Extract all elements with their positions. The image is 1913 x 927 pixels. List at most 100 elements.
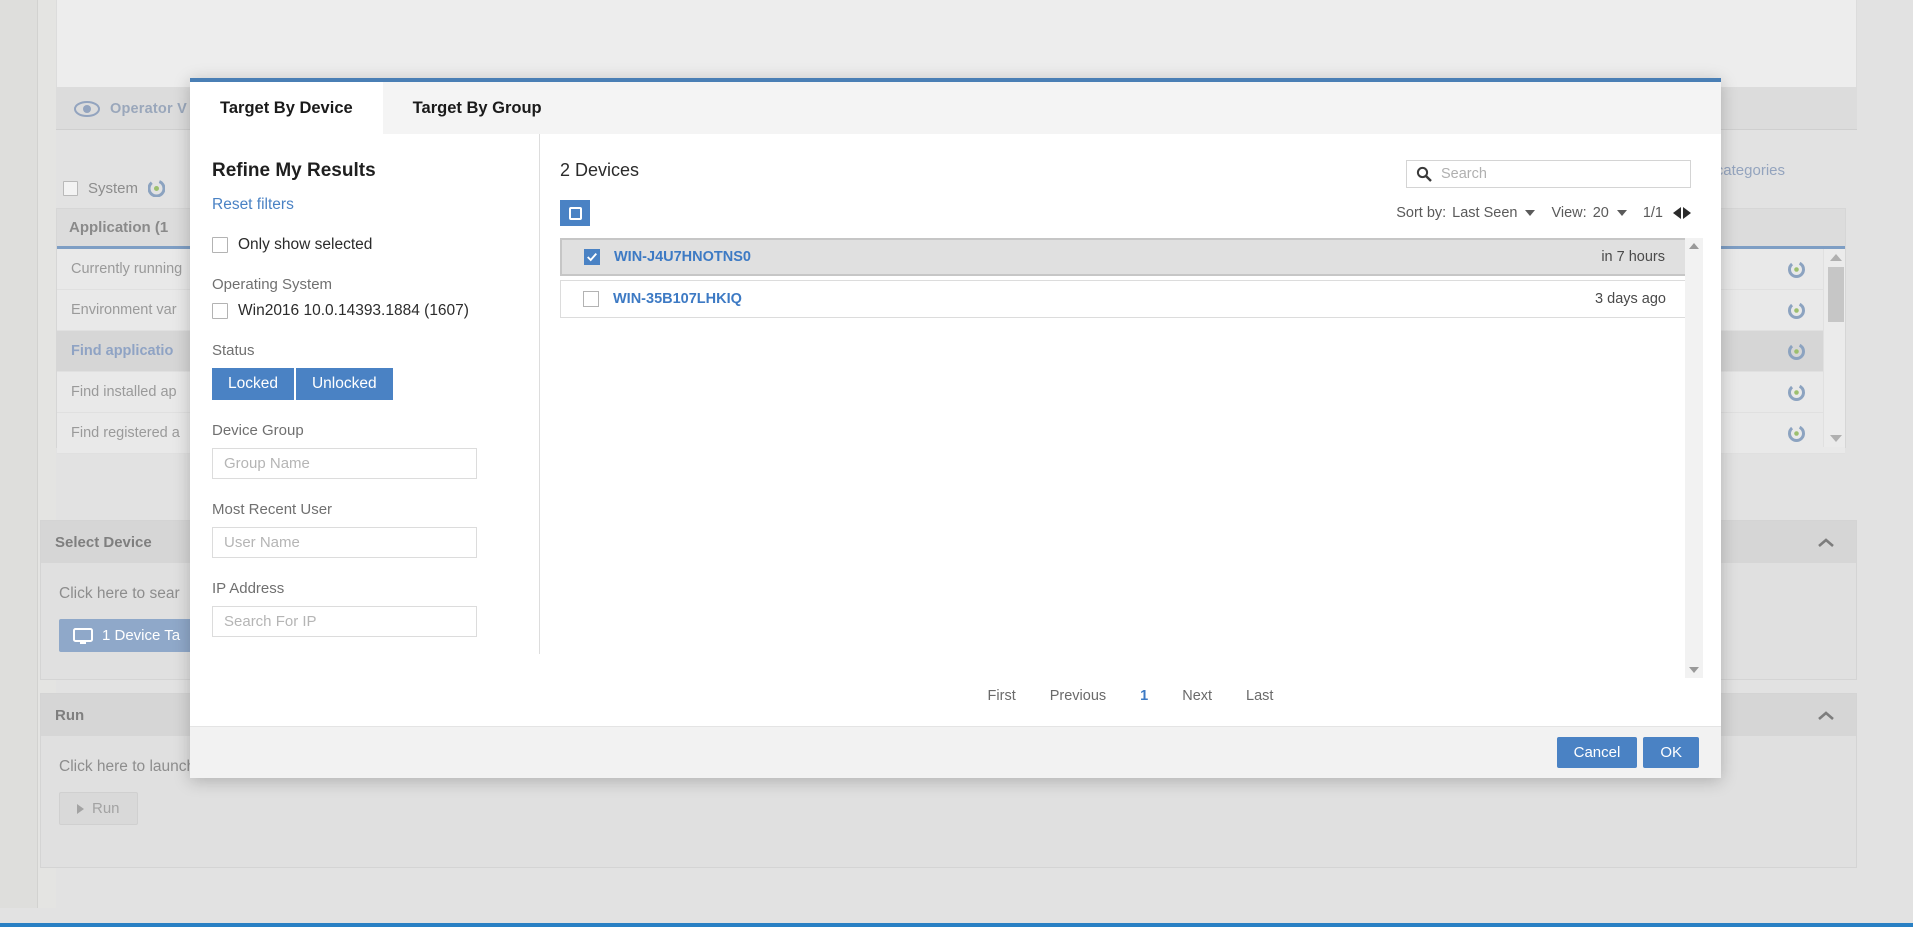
pagination: First Previous 1 Next Last <box>540 688 1721 704</box>
target-icon <box>147 179 166 197</box>
pagination-next[interactable]: Next <box>1182 688 1212 704</box>
sort-and-view-controls: Sort by: Last Seen View: 20 1/1 <box>1396 205 1691 221</box>
dialog-tabs: Target By Device Target By Group <box>190 82 1721 134</box>
search-box[interactable] <box>1406 160 1691 188</box>
chevron-up-icon[interactable] <box>1816 709 1836 721</box>
os-option-label: Win2016 10.0.14393.1884 (1607) <box>238 302 469 319</box>
sort-by-prefix: Sort by: <box>1396 205 1447 221</box>
refine-title: Refine My Results <box>212 160 376 181</box>
device-row[interactable]: WIN-35B107LHKIQ 3 days ago <box>560 280 1691 318</box>
system-label: System <box>88 179 139 197</box>
pagination-previous[interactable]: Previous <box>1050 688 1106 704</box>
device-group-input[interactable] <box>212 448 477 479</box>
run-title: Run <box>55 706 85 724</box>
device-row[interactable]: WIN-J4U7HNOTNS0 in 7 hours <box>560 238 1691 276</box>
device-row-left: WIN-35B107LHKIQ <box>583 291 742 307</box>
device-last-seen: in 7 hours <box>1601 249 1665 265</box>
results-panel: 2 Devices Search Sort by: Last Seen View… <box>540 134 1721 726</box>
device-target-button[interactable]: 1 Device Ta <box>59 619 195 652</box>
most-recent-user-input[interactable] <box>212 527 477 558</box>
category-row-label: Find installed ap <box>71 384 177 400</box>
top-card <box>56 0 1857 88</box>
page-previous-icon[interactable] <box>1673 207 1681 219</box>
run-button[interactable]: Run <box>59 792 138 825</box>
chevron-down-icon[interactable] <box>1525 210 1536 216</box>
device-list: WIN-J4U7HNOTNS0 in 7 hours WIN-35B107LHK… <box>560 238 1703 678</box>
tab-target-by-group[interactable]: Target By Group <box>382 82 572 134</box>
cancel-button[interactable]: Cancel <box>1556 737 1638 768</box>
target-icon <box>1788 342 1805 360</box>
only-show-selected-checkbox[interactable] <box>212 237 228 253</box>
scroll-down-icon[interactable] <box>1830 435 1842 442</box>
search-input[interactable] <box>1439 165 1679 183</box>
status-toggle-group: Locked Unlocked <box>212 368 393 400</box>
device-last-seen: 3 days ago <box>1595 291 1666 307</box>
screen: Operator V System Filter categories Appl… <box>0 0 1913 927</box>
device-name[interactable]: WIN-J4U7HNOTNS0 <box>614 249 751 265</box>
target-icon <box>1788 424 1805 442</box>
only-show-selected-label: Only show selected <box>238 236 373 253</box>
view-value[interactable]: 20 <box>1593 205 1609 221</box>
os-option-row[interactable]: Win2016 10.0.14393.1884 (1607) <box>212 302 539 320</box>
target-selection-dialog: Target By Device Target By Group Refine … <box>190 78 1721 778</box>
category-row-label: Currently running <box>71 261 183 277</box>
status-locked-button[interactable]: Locked <box>212 368 294 400</box>
ip-address-label: IP Address <box>212 580 285 597</box>
system-checkbox[interactable] <box>63 180 78 196</box>
dialog-body: Refine My Results Reset filters Only sho… <box>190 134 1721 726</box>
ip-address-input[interactable] <box>212 606 477 637</box>
status-label: Status <box>212 342 255 359</box>
ok-button[interactable]: OK <box>1643 737 1699 768</box>
monitor-icon <box>73 627 93 644</box>
operator-view-label: Operator V <box>110 100 187 117</box>
pagination-last[interactable]: Last <box>1246 688 1273 704</box>
category-row-label: Find registered a <box>71 425 180 441</box>
device-name[interactable]: WIN-35B107LHKIQ <box>613 291 742 307</box>
category-row-label: Environment var <box>71 302 177 318</box>
scroll-down-icon[interactable] <box>1689 667 1699 673</box>
pagination-current-page[interactable]: 1 <box>1140 688 1148 704</box>
device-row-left: WIN-J4U7HNOTNS0 <box>584 249 751 265</box>
device-checkbox[interactable] <box>584 249 600 265</box>
target-icon <box>1788 260 1805 278</box>
device-target-label: 1 Device Ta <box>102 627 181 644</box>
search-icon <box>1416 166 1432 182</box>
operating-system-label: Operating System <box>212 276 333 293</box>
select-all-button[interactable] <box>560 200 590 226</box>
os-option-checkbox[interactable] <box>212 303 228 319</box>
dialog-footer: Cancel OK <box>190 726 1721 778</box>
page-next-icon[interactable] <box>1683 207 1691 219</box>
chevron-down-icon[interactable] <box>1616 210 1627 216</box>
only-show-selected-row[interactable]: Only show selected <box>212 236 539 254</box>
reset-filters-link[interactable]: Reset filters <box>212 196 539 214</box>
refine-panel: Refine My Results Reset filters Only sho… <box>190 134 540 654</box>
page-arrows <box>1673 207 1691 219</box>
tab-target-by-device[interactable]: Target By Device <box>190 82 383 134</box>
sort-by-value[interactable]: Last Seen <box>1452 205 1517 221</box>
most-recent-user-label: Most Recent User <box>212 501 333 518</box>
page-indicator: 1/1 <box>1642 205 1663 221</box>
status-unlocked-button[interactable]: Unlocked <box>293 368 393 400</box>
device-group-label: Device Group <box>212 422 304 439</box>
results-controls: Sort by: Last Seen View: 20 1/1 <box>560 200 1691 226</box>
target-icon <box>1788 383 1805 401</box>
view-prefix: View: <box>1551 205 1587 221</box>
device-count-label: 2 Devices <box>560 160 640 180</box>
scroll-up-icon[interactable] <box>1830 254 1842 261</box>
play-icon <box>77 803 84 814</box>
pagination-first[interactable]: First <box>988 688 1016 704</box>
device-list-scrollbar[interactable] <box>1685 238 1703 678</box>
left-rail <box>0 0 38 908</box>
target-icon <box>1788 301 1805 319</box>
chevron-up-icon[interactable] <box>1816 536 1836 548</box>
select-all-box-icon <box>568 206 582 220</box>
eye-icon <box>74 100 100 117</box>
device-checkbox[interactable] <box>583 291 599 307</box>
results-header: 2 Devices <box>560 160 1691 188</box>
scroll-up-icon[interactable] <box>1689 243 1699 249</box>
scrollbar-thumb[interactable] <box>1828 267 1844 322</box>
bottom-accent-bar <box>0 923 1913 927</box>
category-row-label: Find applicatio <box>71 343 174 359</box>
category-list-scrollbar[interactable] <box>1823 249 1845 447</box>
select-device-title: Select Device <box>55 533 152 551</box>
